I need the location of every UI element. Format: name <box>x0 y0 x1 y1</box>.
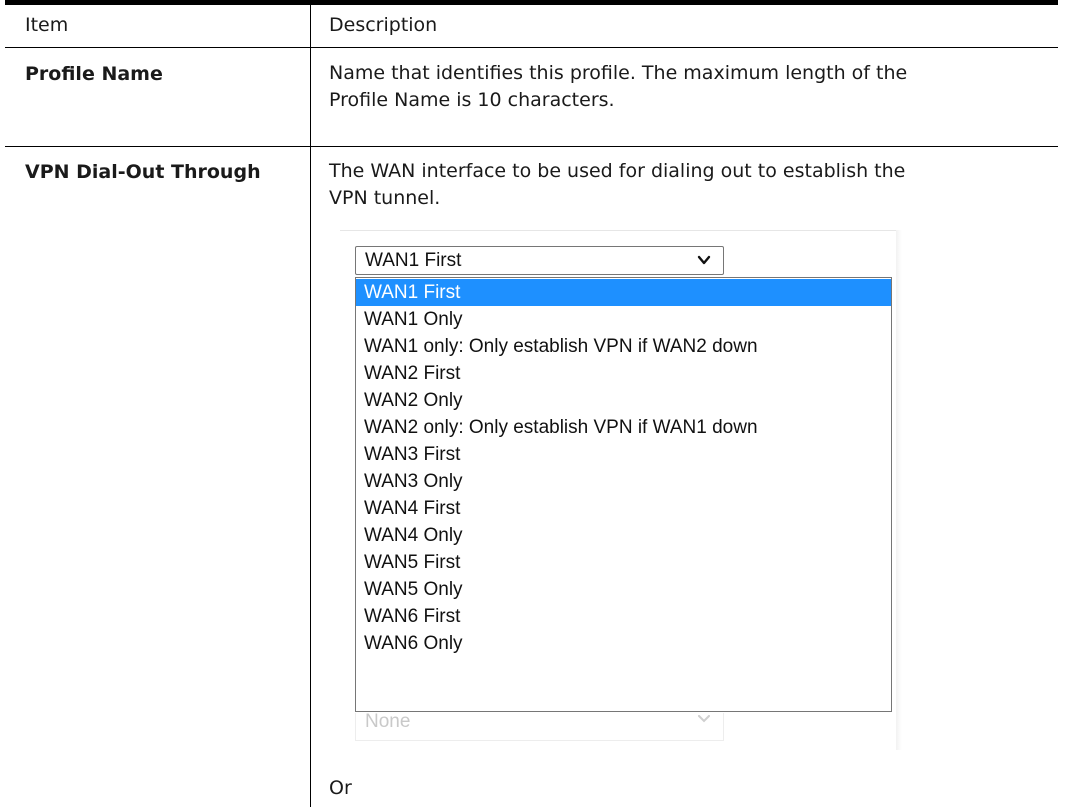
wan-select[interactable]: WAN1 First <box>355 246 724 275</box>
description-table: Item Description Profile Name Name that … <box>0 0 1070 807</box>
row-desc-line: VPN tunnel. <box>329 187 441 209</box>
row-item-vpn-dial-out: VPN Dial-Out Through <box>25 161 261 183</box>
table-top-rule <box>5 0 1058 5</box>
screenshot-edge <box>896 230 902 750</box>
option-wan4-first[interactable]: WAN4 First <box>356 495 891 522</box>
screenshot-edge <box>340 230 901 238</box>
secondary-select-value: None <box>365 711 411 732</box>
option-wan2-only[interactable]: WAN2 Only <box>356 387 891 414</box>
option-wan1-first[interactable]: WAN1 First <box>356 279 891 306</box>
chevron-down-icon <box>698 715 710 723</box>
row-trailing-text: Or <box>329 777 352 799</box>
option-wan6-first[interactable]: WAN6 First <box>356 603 891 630</box>
option-wan2-only-conditional[interactable]: WAN2 only: Only establish VPN if WAN1 do… <box>356 414 891 441</box>
row-desc-line: The WAN interface to be used for dialing… <box>329 160 906 182</box>
option-wan5-only[interactable]: WAN5 Only <box>356 576 891 603</box>
option-wan5-first[interactable]: WAN5 First <box>356 549 891 576</box>
row-divider <box>5 146 1058 147</box>
row-desc-line: Name that identifies this profile. The m… <box>329 62 908 84</box>
option-wan2-first[interactable]: WAN2 First <box>356 360 891 387</box>
header-item: Item <box>25 14 69 36</box>
secondary-select[interactable]: None <box>355 711 724 741</box>
option-wan6-only[interactable]: WAN6 Only <box>356 630 891 657</box>
chevron-down-icon <box>697 255 711 265</box>
option-wan4-only[interactable]: WAN4 Only <box>356 522 891 549</box>
option-wan1-only[interactable]: WAN1 Only <box>356 306 891 333</box>
wan-options-list[interactable]: WAN1 First WAN1 Only WAN1 only: Only est… <box>355 277 892 712</box>
row-desc-line: Profile Name is 10 characters. <box>329 89 615 111</box>
header-divider <box>5 47 1058 48</box>
option-wan1-only-conditional[interactable]: WAN1 only: Only establish VPN if WAN2 do… <box>356 333 891 360</box>
dropdown-screenshot: WAN1 First WAN1 First WAN1 Only WAN1 onl… <box>340 230 910 760</box>
option-wan3-only[interactable]: WAN3 Only <box>356 468 891 495</box>
column-divider <box>310 5 311 807</box>
option-wan3-first[interactable]: WAN3 First <box>356 441 891 468</box>
row-item-profile-name: Profile Name <box>25 63 163 85</box>
wan-select-value: WAN1 First <box>365 250 462 271</box>
header-description: Description <box>329 14 438 36</box>
